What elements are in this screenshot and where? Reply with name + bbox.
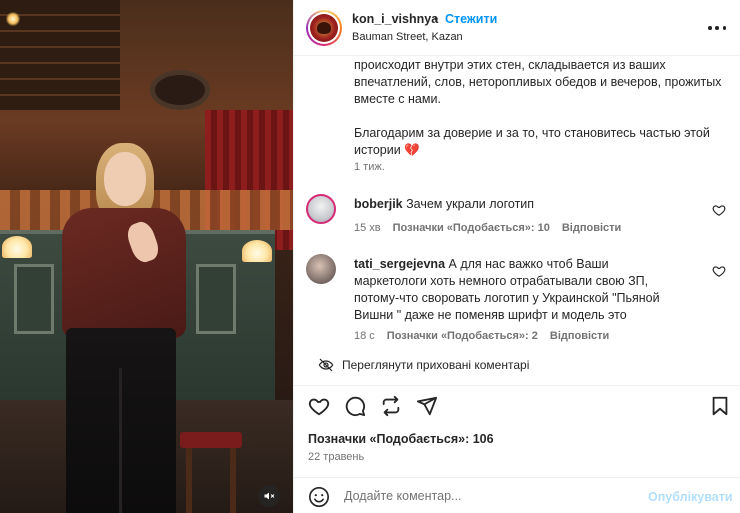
comment-likes-count[interactable]: Позначки «Подобається»: 10 xyxy=(393,222,550,234)
bookmark-icon[interactable] xyxy=(709,395,731,417)
comment-likes-count[interactable]: Позначки «Подобається»: 2 xyxy=(387,330,538,342)
comment-text: Зачем украли логотип xyxy=(406,197,535,211)
comment-body: tati_sergejevna А для нас важко чтоб Ваш… xyxy=(354,256,684,324)
speaker-muted-icon[interactable] xyxy=(258,485,280,507)
comment-meta: 15 хв Позначки «Подобається»: 10 Відпові… xyxy=(354,222,621,234)
avatar[interactable] xyxy=(306,194,336,224)
smiley-icon[interactable] xyxy=(308,486,330,508)
comment-body: boberjik Зачем украли логотип xyxy=(354,196,684,213)
brand-logo-icon xyxy=(310,14,338,42)
ceiling-fixture xyxy=(150,70,210,110)
post-header: kon_i_vishnya • Стежити Bauman Street, K… xyxy=(294,0,740,56)
broken-heart-emoji: 💔 xyxy=(404,143,420,157)
caption-timestamp[interactable]: 1 тиж. xyxy=(354,161,385,173)
repost-icon[interactable] xyxy=(380,395,402,417)
eye-off-icon xyxy=(318,358,334,372)
post-username[interactable]: kon_i_vishnya xyxy=(352,12,438,26)
comment-input[interactable] xyxy=(344,486,634,506)
post-comment-button[interactable]: Опублікувати xyxy=(648,490,733,504)
hidden-comments-label: Переглянути приховані коментарі xyxy=(342,358,530,372)
piano-stool xyxy=(180,432,242,448)
stool-leg xyxy=(230,448,236,513)
post-side-panel: kon_i_vishnya • Стежити Bauman Street, K… xyxy=(293,0,740,513)
likes-count[interactable]: Позначки «Подобається»: 106 xyxy=(308,432,494,446)
more-horizontal-icon[interactable] xyxy=(708,20,726,36)
heart-icon[interactable] xyxy=(712,264,726,278)
comment-meta: 18 с Позначки «Подобається»: 2 Відповіст… xyxy=(354,330,609,342)
heart-icon[interactable] xyxy=(308,395,330,417)
comment-composer: Опублікувати xyxy=(294,477,740,513)
piano-panel xyxy=(14,264,54,334)
follow-button[interactable]: Стежити xyxy=(445,12,497,26)
person-pants xyxy=(66,328,176,513)
view-hidden-comments-button[interactable]: Переглянути приховані коментарі xyxy=(318,357,529,373)
piano-lamp-left xyxy=(2,236,32,258)
separator-dot: • xyxy=(434,12,439,26)
post-date[interactable]: 22 травень xyxy=(308,451,364,463)
caption-paragraph: происходит внутри этих стен, складываетс… xyxy=(354,58,722,106)
ceiling-lamp xyxy=(6,12,20,26)
person-shirt xyxy=(62,208,186,338)
person-face xyxy=(104,152,146,206)
caption-paragraph: Благодарим за доверие и за то, что стано… xyxy=(354,126,710,157)
comment-time[interactable]: 15 хв xyxy=(354,222,381,234)
piano-panel xyxy=(196,264,236,334)
piano-lamp-right xyxy=(242,240,272,262)
comment-time[interactable]: 18 с xyxy=(354,330,375,342)
post-location[interactable]: Bauman Street, Kazan xyxy=(352,31,463,43)
reply-button[interactable]: Відповісти xyxy=(550,330,609,342)
stool-leg xyxy=(186,448,192,513)
comments-scroll-area[interactable]: происходит внутри этих стен, складываетс… xyxy=(294,57,740,385)
reply-button[interactable]: Відповісти xyxy=(562,222,621,234)
comment-username[interactable]: tati_sergejevna xyxy=(354,257,445,271)
post-actions: Позначки «Подобається»: 106 22 травень xyxy=(294,385,740,475)
avatar[interactable] xyxy=(306,254,336,284)
paper-plane-icon[interactable] xyxy=(416,395,438,417)
avatar[interactable] xyxy=(306,10,342,46)
post-media[interactable] xyxy=(0,0,293,513)
heart-icon[interactable] xyxy=(712,203,726,217)
comment-username[interactable]: boberjik xyxy=(354,197,403,211)
post-caption: происходит внутри этих стен, складываетс… xyxy=(354,57,724,159)
comment-bubble-icon[interactable] xyxy=(344,395,366,417)
